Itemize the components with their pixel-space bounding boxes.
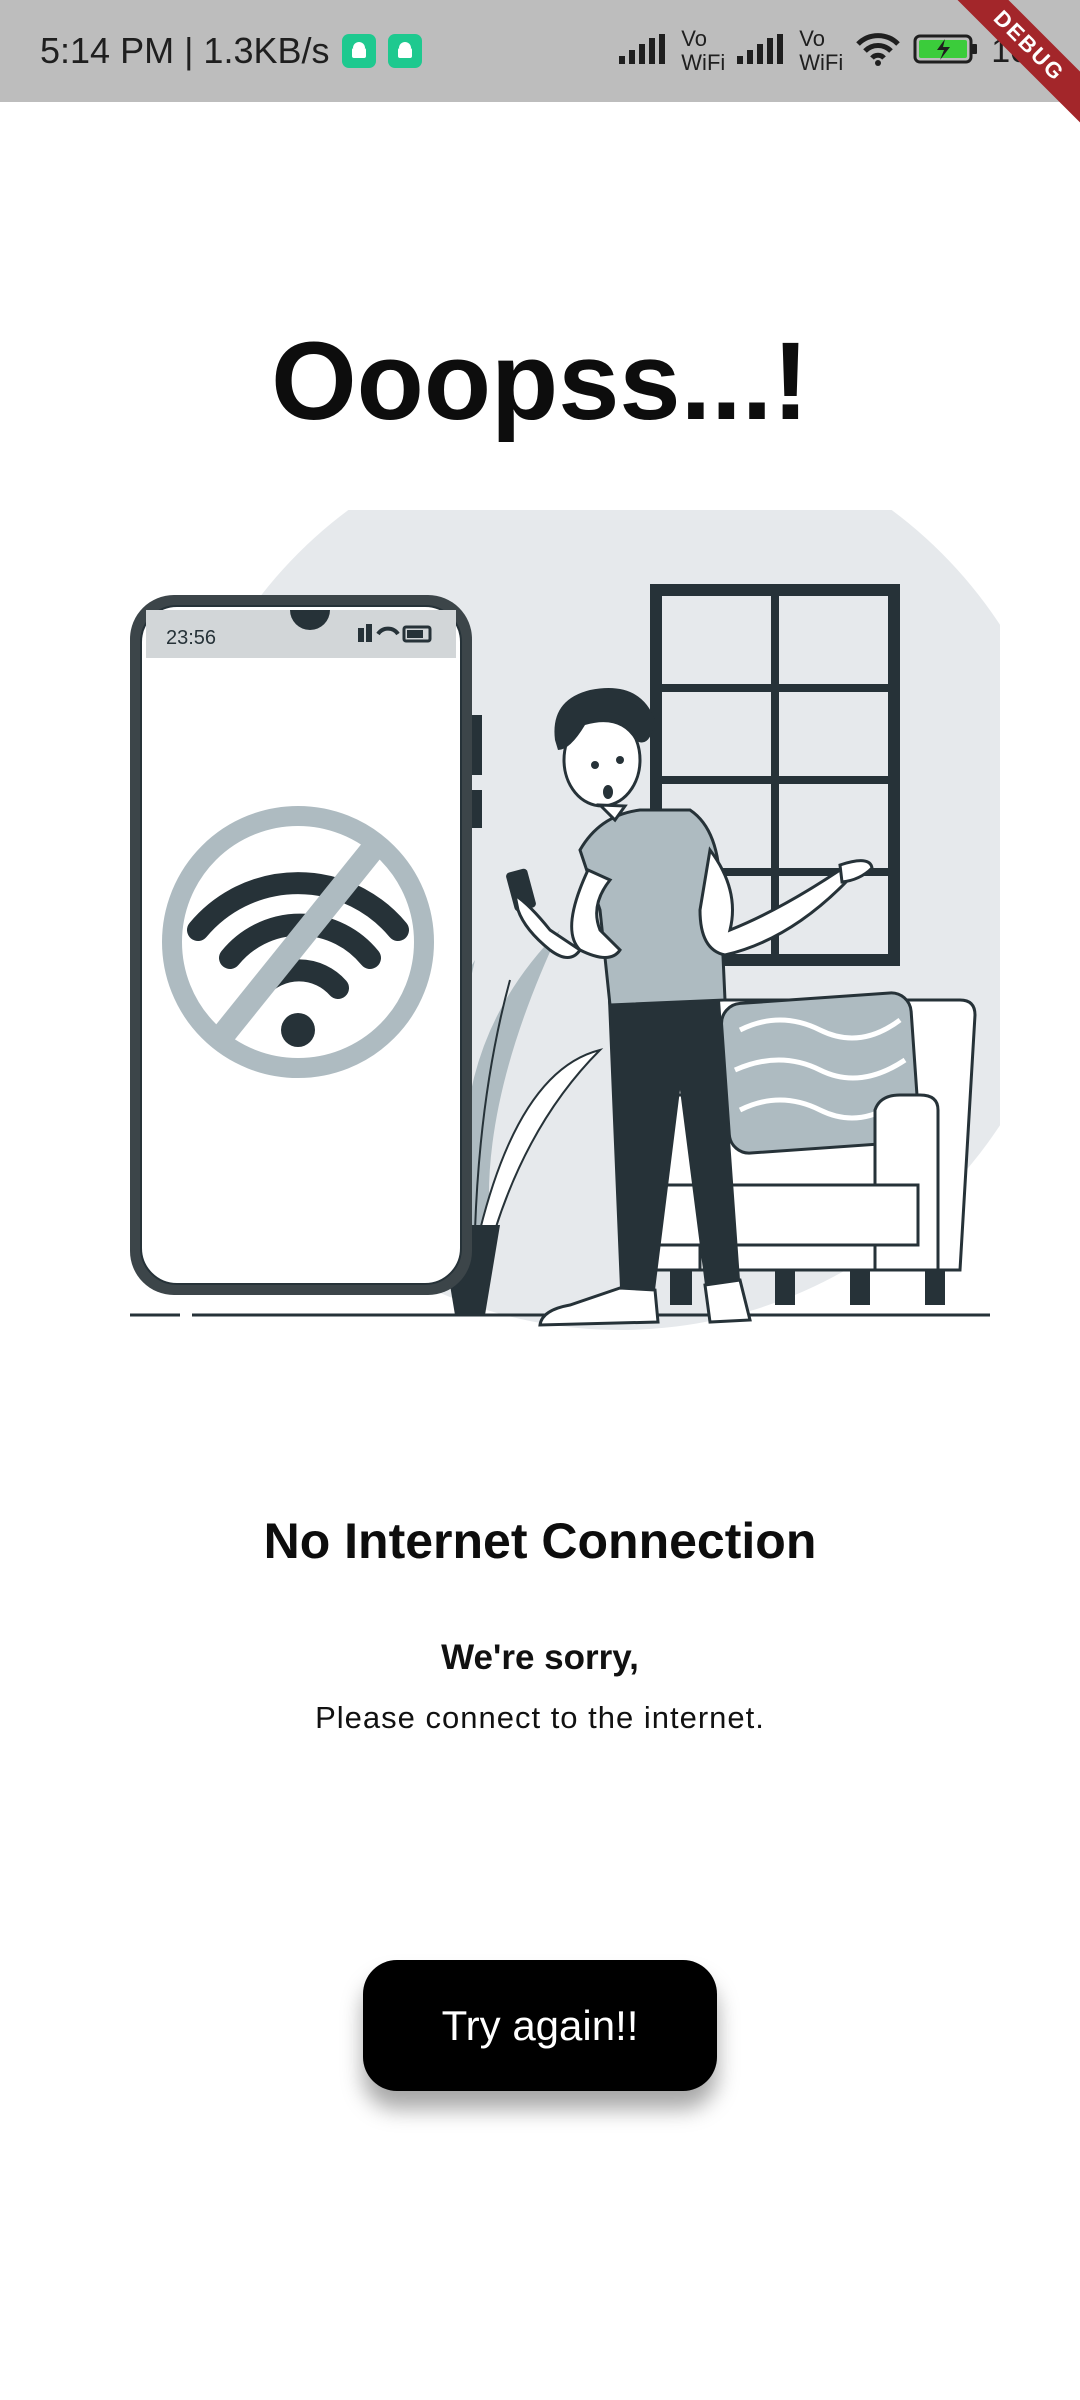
phone-screen-time: 23:56 — [166, 627, 216, 649]
page-title: Ooopss...! — [271, 320, 809, 443]
battery-charging-icon — [913, 34, 979, 69]
signal-icon — [737, 33, 787, 69]
try-again-button[interactable]: Try again!! — [363, 1960, 717, 2091]
vowifi-indicator: Vo WiFi — [799, 27, 843, 75]
status-time-speed: 5:14 PM | 1.3KB/s — [40, 30, 330, 71]
instruction-text: Please connect to the internet. — [315, 1700, 765, 1735]
android-icon — [341, 34, 376, 68]
vowifi-top-text: Vo — [681, 26, 707, 51]
vowifi-bottom-text: WiFi — [799, 50, 844, 75]
apology-text: We're sorry, — [441, 1638, 639, 1677]
status-left: 5:14 PM | 1.3KB/s — [40, 0, 422, 102]
android-icon — [387, 34, 422, 68]
vowifi-indicator: Vo WiFi — [681, 27, 725, 75]
error-heading: No Internet Connection — [263, 1513, 817, 1569]
vowifi-top-text: Vo — [799, 26, 825, 51]
no-internet-illustration: 23:56 — [80, 420, 1075, 1340]
phone-illustration: 23:56 — [130, 595, 482, 1295]
vowifi-bottom-text: WiFi — [681, 50, 726, 75]
wifi-icon — [855, 32, 901, 71]
signal-icon — [619, 33, 669, 69]
status-bar: 5:14 PM | 1.3KB/s Vo WiFi Vo WiFi 100 D — [0, 0, 1080, 126]
